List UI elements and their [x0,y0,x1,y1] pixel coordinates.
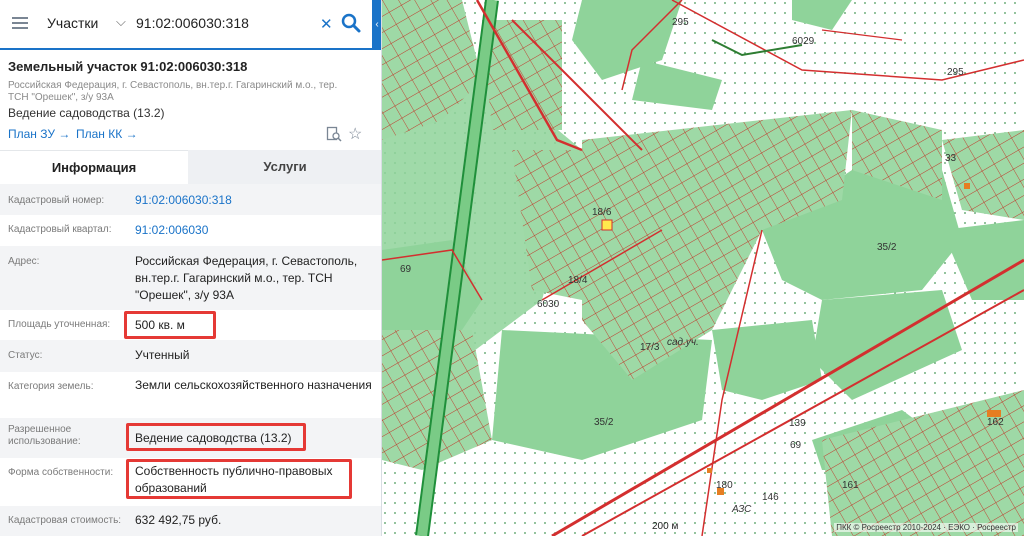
collapse-panel-button[interactable]: ‹ [372,0,381,50]
tab-info[interactable]: Информация [0,150,188,184]
map-label: 35/2 [594,417,614,428]
card-use: Ведение садоводства (13.2) [8,106,165,120]
highlight-area [124,311,216,339]
menu-icon[interactable] [12,17,28,30]
highlight-ownership [126,459,352,499]
plan-zu-link[interactable]: План ЗУ → [8,127,70,141]
field-label: Статус: [8,350,43,361]
map-attribution: ПКК © Росреестр 2010-2024 · ЕЭКО · Росре… [834,523,1018,532]
field-value-address: Российская Федерация, г. Севастополь, вн… [135,254,358,302]
map-label: 18/6 [592,207,612,218]
star-icon[interactable]: ☆ [348,124,362,144]
field-label: Кадастровая стоимость: [8,515,122,526]
field-value-cost: 632 492,75 руб. [135,513,222,527]
map-label: АЗС [731,504,752,515]
field-label: Разрешенное использование: [8,424,81,447]
card-address: Российская Федерация, г. Севастополь, вн… [8,80,338,103]
map-label: 162 [987,417,1004,428]
field-label: Кадастровый номер: [8,195,105,206]
highlight-permitted [126,423,306,451]
tabs: Информация Услуги [0,150,381,184]
clear-icon[interactable]: ✕ [320,15,333,33]
map-label: 17/3 [640,342,660,353]
field-label: Категория земель: [8,381,94,392]
search-bar: Участки ⌵ ✕ ‹ [0,0,381,50]
map-label: 161 [842,480,859,491]
map-label: 295 [672,17,689,28]
field-label: Форма собственности: [8,467,114,478]
map-label: 35/2 [877,242,897,253]
field-row-cost: Кадастровая стоимость: 632 492,75 руб. [0,506,381,536]
map-label: 139 [789,418,806,429]
map-label: 69 [790,440,802,451]
field-row-status: Статус: Учтенный [0,340,381,372]
map-label: 69 [400,264,412,275]
document-search-icon[interactable] [326,126,342,142]
map-label: 6030 [537,299,560,310]
info-panel: Участки ⌵ ✕ ‹ Земельный участок 91:02:00… [0,0,382,536]
map-label: 295 [947,67,964,78]
field-value-cadnum[interactable]: 91:02:006030:318 [135,192,375,209]
field-row-address: Адрес: Российская Федерация, г. Севастоп… [0,246,381,310]
map-label: сад.уч. [667,337,699,348]
map-label: 6029 [792,36,815,47]
field-value-status: Учтенный [135,348,190,362]
field-label: Площадь уточненная: [8,319,111,330]
map-canvas[interactable]: 295 6029 295 35/2 69 6030 сад.уч. 35/2 1… [382,0,1024,536]
card-title: Земельный участок 91:02:006030:318 [8,59,248,74]
map-label: 33 [945,153,957,164]
field-label: Адрес: [8,256,40,267]
map-label: 18/4 [568,275,588,286]
plan-kk-link[interactable]: План КК → [76,127,138,141]
field-row-quarter: Кадастровый квартал: 91:02:006030 [0,215,381,246]
map-scale: 200 м [652,521,679,532]
search-input[interactable] [136,15,306,31]
search-icon[interactable] [340,12,362,34]
field-row-category: Категория земель: Земли сельскохозяйстве… [0,372,381,418]
map-label: 146 [762,492,779,503]
field-value-category: Земли сельскохозяйственного назначения [135,378,372,392]
field-row-cadnum: Кадастровый номер: 91:02:006030:318 [0,184,381,215]
search-category[interactable]: Участки [47,15,98,31]
field-value-quarter[interactable]: 91:02:006030 [135,222,375,239]
chevron-down-icon[interactable]: ⌵ [116,14,126,30]
tab-services[interactable]: Услуги [188,150,381,184]
field-label: Кадастровый квартал: [8,224,112,235]
cadastral-map[interactable]: 295 6029 295 35/2 69 6030 сад.уч. 35/2 1… [382,0,1024,536]
